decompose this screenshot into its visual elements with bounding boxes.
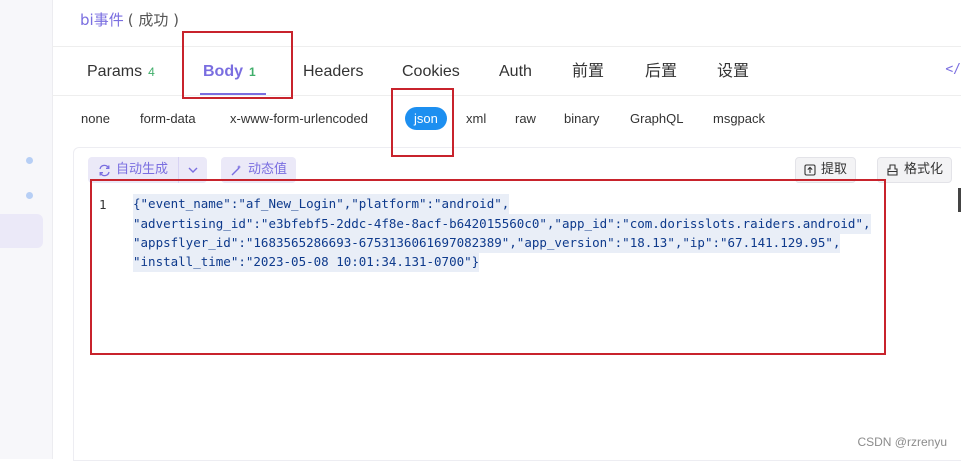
body-type-raw[interactable]: raw xyxy=(515,111,536,126)
tab-params[interactable]: Params 4 xyxy=(87,47,155,95)
tab-settings[interactable]: 设置 xyxy=(717,47,749,95)
tab-label: Params xyxy=(87,63,143,80)
sidebar-selected-item[interactable] xyxy=(0,214,43,248)
body-type-graphql[interactable]: GraphQL xyxy=(630,111,683,126)
tab-headers[interactable]: Headers xyxy=(303,47,363,95)
tab-post-processors[interactable]: 后置 xyxy=(645,47,677,95)
left-sidebar xyxy=(0,0,53,459)
annotation-box-editor xyxy=(90,179,886,355)
body-type-msgpack[interactable]: msgpack xyxy=(713,111,765,126)
extract-icon xyxy=(804,164,816,176)
tab-label: Cookies xyxy=(402,63,460,80)
magic-wand-icon xyxy=(231,164,241,175)
tab-label: 后置 xyxy=(645,63,678,80)
body-type-form-data[interactable]: form-data xyxy=(140,111,196,126)
tree-dot-icon xyxy=(26,157,33,164)
body-type-binary[interactable]: binary xyxy=(564,111,599,126)
tab-label: Auth xyxy=(499,63,532,80)
annotation-box-body-tab xyxy=(182,31,293,99)
request-name: bi事件 xyxy=(80,11,124,29)
code-icon[interactable]: </ xyxy=(945,62,961,77)
annotation-box-json xyxy=(391,88,454,157)
tree-dot-icon xyxy=(26,192,33,199)
body-type-none[interactable]: none xyxy=(81,111,110,126)
tab-auth[interactable]: Auth xyxy=(499,47,532,95)
body-type-selector: none form-data x-www-form-urlencoded jso… xyxy=(52,104,961,138)
tab-label: 设置 xyxy=(717,63,750,80)
page-title: bi事件( 成功 ) xyxy=(80,9,179,30)
watermark: CSDN @rzrenyu xyxy=(857,435,947,449)
tab-label: 前置 xyxy=(572,63,605,80)
format-button[interactable]: 格式化 xyxy=(877,157,953,183)
tab-pre-processors[interactable]: 前置 xyxy=(572,47,604,95)
body-type-urlencoded[interactable]: x-www-form-urlencoded xyxy=(230,111,368,126)
clean-icon xyxy=(887,164,898,176)
refresh-icon xyxy=(99,164,110,176)
body-type-xml[interactable]: xml xyxy=(466,111,486,126)
tab-count: 4 xyxy=(148,65,155,79)
format-label: 格式化 xyxy=(904,162,944,177)
chevron-down-icon xyxy=(188,167,198,173)
tab-label: Headers xyxy=(303,63,364,80)
request-status: ( 成功 ) xyxy=(127,11,179,29)
